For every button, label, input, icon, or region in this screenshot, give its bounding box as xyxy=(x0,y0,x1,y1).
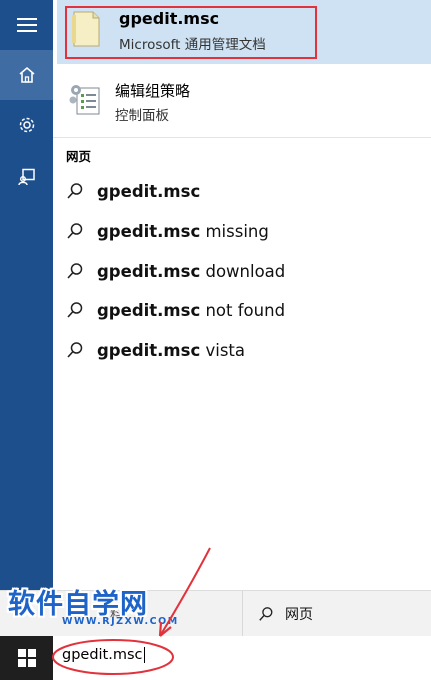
policy-editor-icon xyxy=(69,85,100,115)
windows-logo-icon xyxy=(17,649,36,667)
web-suggestion[interactable]: gpedit.msc missing xyxy=(63,217,423,245)
gear-icon xyxy=(19,117,34,133)
taskbar: gpedit.msc xyxy=(0,636,431,680)
search-results-panel: gpedit.msc Microsoft 通用管理文档 编辑组策略 控制面板 网… xyxy=(53,0,431,590)
best-match-result[interactable]: gpedit.msc Microsoft 通用管理文档 xyxy=(57,0,431,64)
watermark-url: WWW.RJZXW.COM xyxy=(62,616,179,627)
suggestion-rest-text: missing xyxy=(200,221,269,241)
web-search-button[interactable]: 网页 xyxy=(243,591,431,637)
suggestion-rest-text: not found xyxy=(200,300,286,320)
menu-button[interactable] xyxy=(0,0,53,50)
section-divider xyxy=(53,137,431,138)
feedback-button[interactable] xyxy=(0,152,53,202)
web-suggestion[interactable]: gpedit.msc xyxy=(63,177,423,205)
app-result-title: 编辑组策略 xyxy=(115,82,191,100)
web-suggestion[interactable]: gpedit.msc not found xyxy=(63,296,423,324)
search-icon xyxy=(63,179,87,203)
search-icon xyxy=(63,338,87,362)
start-button[interactable] xyxy=(0,636,53,680)
settings-button[interactable] xyxy=(0,100,53,150)
suggestion-bold-text: gpedit.msc xyxy=(97,221,201,241)
suggestion-bold-text: gpedit.msc xyxy=(97,261,201,281)
hamburger-icon xyxy=(16,18,37,32)
search-icon xyxy=(255,603,277,625)
best-match-subtitle: Microsoft 通用管理文档 xyxy=(119,37,266,53)
suggestion-rest-text: vista xyxy=(200,340,246,360)
web-search-label: 网页 xyxy=(285,607,313,623)
web-suggestion[interactable]: gpedit.msc download xyxy=(63,257,423,285)
search-icon xyxy=(63,219,87,243)
search-icon xyxy=(63,298,87,322)
home-icon xyxy=(18,66,35,83)
suggestion-rest-text: download xyxy=(200,261,286,281)
suggestion-bold-text: gpedit.msc xyxy=(97,300,201,320)
suggestion-bold-text: gpedit.msc xyxy=(97,181,201,201)
web-section-label: 网页 xyxy=(66,149,92,164)
feedback-icon xyxy=(17,168,35,186)
start-sidebar xyxy=(0,0,53,636)
search-input[interactable]: gpedit.msc xyxy=(53,636,431,680)
document-icon xyxy=(72,11,100,47)
best-match-title: gpedit.msc xyxy=(119,9,220,28)
search-query-text: gpedit.msc xyxy=(62,647,143,663)
text-caret xyxy=(143,647,145,663)
search-icon xyxy=(63,259,87,283)
home-button[interactable] xyxy=(0,50,53,100)
web-suggestion[interactable]: gpedit.msc vista xyxy=(63,336,423,364)
app-result-subtitle: 控制面板 xyxy=(115,108,169,124)
suggestion-bold-text: gpedit.msc xyxy=(97,340,201,360)
